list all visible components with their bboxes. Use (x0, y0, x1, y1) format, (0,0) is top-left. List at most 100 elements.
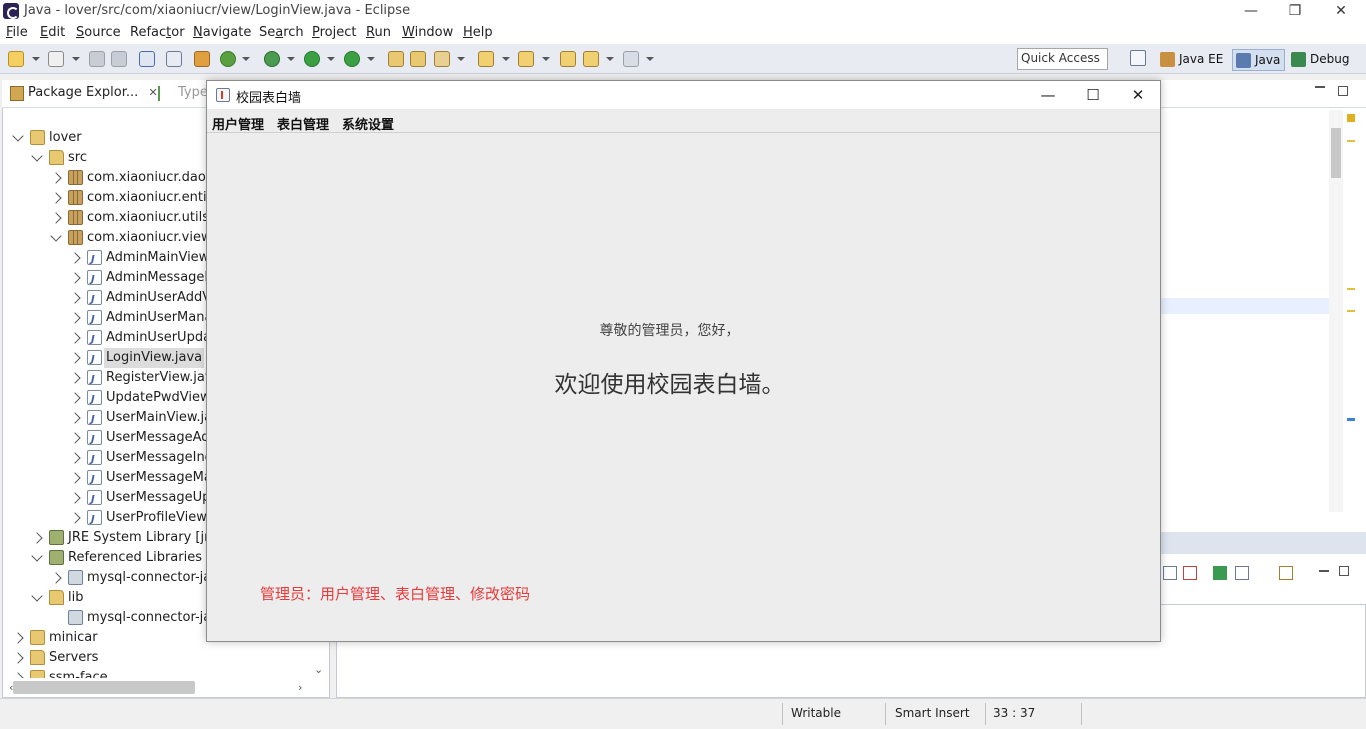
tab-package-explorer[interactable]: Package Explor... ✕ (6, 85, 158, 101)
editor-minimize-icon[interactable] (1315, 86, 1325, 88)
refresh-icon[interactable] (220, 51, 236, 67)
scroll-left-icon[interactable]: ‹ (9, 681, 13, 694)
tree-item[interactable]: ssm-face (2, 668, 328, 678)
open-folder-icon[interactable] (410, 51, 426, 67)
chevron-down-icon[interactable] (31, 590, 43, 602)
menu-search[interactable]: Search (259, 25, 304, 40)
new-dropdown-icon[interactable] (32, 57, 40, 61)
tree-item[interactable]: Servers (2, 648, 328, 668)
new-wizard-icon[interactable] (48, 51, 64, 67)
toggle-icon[interactable] (166, 51, 182, 67)
chevron-right-icon[interactable] (12, 652, 24, 664)
chevron-down-icon[interactable] (31, 550, 43, 562)
chevron-right-icon[interactable] (50, 192, 62, 204)
menu-help[interactable]: Help (463, 25, 493, 40)
chevron-right-icon[interactable] (50, 212, 62, 224)
menu-navigate[interactable]: Navigate (193, 25, 251, 40)
wizard-dropdown-icon[interactable] (72, 57, 80, 61)
chevron-right-icon[interactable] (69, 272, 81, 284)
scroll-down-icon[interactable]: ⌄ (314, 663, 323, 676)
chevron-right-icon[interactable] (69, 432, 81, 444)
tree-horizontal-scrollbar[interactable] (13, 681, 195, 694)
panel-tool-icon-3[interactable] (1213, 566, 1227, 580)
back-dropdown-icon[interactable] (606, 57, 614, 61)
panel-tool-icon-1[interactable] (1163, 566, 1177, 580)
chevron-down-icon[interactable] (31, 150, 43, 162)
chevron-right-icon[interactable] (69, 252, 81, 264)
menu-user-management[interactable]: 用户管理 (212, 114, 264, 133)
save-icon[interactable] (89, 51, 105, 67)
menu-file[interactable]: File (6, 25, 28, 40)
menu-run[interactable]: Run (366, 25, 391, 40)
quick-access-input[interactable]: Quick Access (1017, 48, 1108, 70)
chevron-right-icon[interactable] (69, 472, 81, 484)
chevron-right-icon[interactable] (69, 312, 81, 324)
chevron-right-icon[interactable] (69, 372, 81, 384)
forward-icon[interactable] (623, 51, 639, 67)
forward-dropdown-icon[interactable] (646, 57, 654, 61)
save-all-icon[interactable] (111, 51, 127, 67)
chevron-down-icon[interactable] (50, 230, 62, 242)
debug-dropdown-icon[interactable] (287, 57, 295, 61)
prev-annotation-dropdown-icon[interactable] (542, 57, 550, 61)
close-button[interactable]: ✕ (1326, 1, 1356, 21)
panel-tool-icon-2[interactable] (1183, 566, 1197, 580)
prev-annotation-icon[interactable] (518, 51, 534, 67)
perspective-java-ee[interactable]: Java EE (1157, 49, 1227, 71)
menu-window[interactable]: Window (402, 25, 453, 40)
editor-scroll-thumb[interactable] (1331, 128, 1341, 178)
chevron-right-icon[interactable] (69, 292, 81, 304)
next-annotation-icon[interactable] (478, 51, 494, 67)
chevron-right-icon[interactable] (50, 172, 62, 184)
menu-project[interactable]: Project (312, 25, 357, 40)
package-icon[interactable] (194, 51, 210, 67)
panel-maximize-icon[interactable] (1339, 566, 1349, 576)
perspective-java[interactable]: Java (1232, 49, 1286, 71)
menu-refactor[interactable]: Refactor (130, 25, 185, 40)
editor-maximize-icon[interactable] (1338, 86, 1348, 96)
debug-icon[interactable] (264, 51, 280, 67)
chevron-right-icon[interactable] (12, 672, 24, 678)
external-tools-icon[interactable] (344, 51, 360, 67)
scroll-right-icon[interactable]: › (298, 681, 302, 694)
chevron-right-icon[interactable] (69, 352, 81, 364)
chevron-right-icon[interactable] (69, 452, 81, 464)
chevron-right-icon[interactable] (69, 512, 81, 524)
run-icon[interactable] (304, 51, 320, 67)
menu-edit[interactable]: Edit (40, 25, 65, 40)
perspective-debug[interactable]: Debug (1288, 49, 1353, 71)
dialog-close-button[interactable]: ✕ (1123, 85, 1153, 105)
open-type-icon[interactable] (388, 51, 404, 67)
chevron-down-icon[interactable] (12, 130, 24, 142)
panel-tool-icon-5[interactable] (1279, 566, 1293, 580)
console-icon[interactable] (139, 51, 155, 67)
chevron-right-icon[interactable] (31, 532, 43, 544)
back-icon[interactable] (583, 51, 599, 67)
minimize-button[interactable]: — (1236, 1, 1266, 21)
refresh-dropdown-icon[interactable] (242, 57, 250, 61)
search-tool-icon[interactable] (434, 51, 450, 67)
external-dropdown-icon[interactable] (367, 57, 375, 61)
tab-type-hierarchy[interactable]: Type (158, 85, 208, 101)
run-dropdown-icon[interactable] (327, 57, 335, 61)
panel-minimize-icon[interactable] (1319, 570, 1329, 572)
chevron-right-icon[interactable] (69, 392, 81, 404)
menu-system-settings[interactable]: 系统设置 (342, 114, 394, 133)
restore-button[interactable]: ❐ (1280, 1, 1310, 21)
menu-confession-management[interactable]: 表白管理 (277, 114, 329, 133)
panel-tool-icon-4[interactable] (1235, 566, 1249, 580)
chevron-right-icon[interactable] (69, 492, 81, 504)
search-dropdown-icon[interactable] (457, 57, 465, 61)
dialog-minimize-button[interactable]: — (1033, 85, 1063, 105)
tab-close-icon[interactable]: ✕ (148, 86, 157, 99)
last-edit-icon[interactable] (560, 51, 576, 67)
open-perspective-icon[interactable] (1130, 50, 1146, 66)
menu-source[interactable]: Source (76, 25, 121, 40)
chevron-right-icon[interactable] (50, 572, 62, 584)
chevron-right-icon[interactable] (69, 412, 81, 424)
chevron-right-icon[interactable] (69, 332, 81, 344)
chevron-right-icon[interactable] (12, 632, 24, 644)
dialog-maximize-button[interactable]: ☐ (1078, 85, 1108, 105)
next-annotation-dropdown-icon[interactable] (502, 57, 510, 61)
new-icon[interactable] (8, 51, 24, 67)
